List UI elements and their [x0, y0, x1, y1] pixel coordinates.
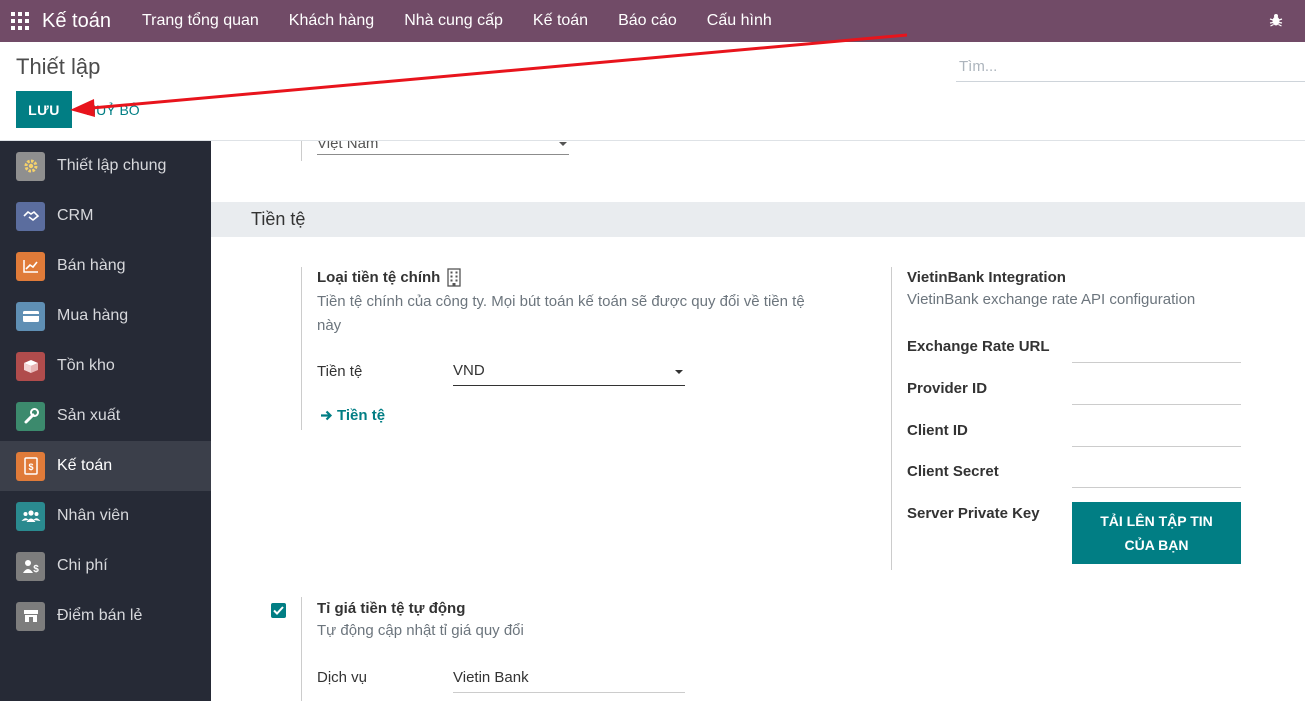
upload-label-line1: TẢI LÊN TẬP TIN [1100, 513, 1213, 529]
top-navbar: Kế toán Trang tổng quan Khách hàng Nhà c… [0, 0, 1305, 42]
auto-rate-checkbox[interactable] [271, 603, 286, 618]
sidebar-item-inventory[interactable]: Tồn kho [0, 341, 211, 391]
service-value: Vietin Bank [453, 669, 529, 686]
currency-select[interactable]: VND [453, 362, 685, 386]
setting-description: VietinBank exchange rate API configurati… [907, 291, 1196, 308]
menu-dashboard[interactable]: Trang tổng quan [127, 0, 274, 42]
exchange-rate-url-label: Exchange Rate URL [907, 338, 1050, 355]
sidebar-item-manufacturing[interactable]: Sản xuất [0, 391, 211, 441]
discard-button[interactable]: HUỶ BỎ [80, 91, 146, 128]
sidebar-item-accounting[interactable]: $ Kế toán [0, 441, 211, 491]
sidebar-item-label: Nhân viên [57, 507, 130, 524]
setting-title: Loại tiền tệ chính [317, 269, 441, 286]
sidebar-item-employees[interactable]: Nhân viên [0, 491, 211, 541]
debug-bug-icon[interactable] [1265, 9, 1287, 31]
provider-id-label: Provider ID [907, 380, 988, 397]
invoice-icon: $ [16, 451, 45, 481]
wrench-icon [16, 401, 45, 431]
divider [301, 597, 302, 701]
menu-customers[interactable]: Khách hàng [274, 0, 389, 42]
store-icon [16, 601, 45, 631]
sidebar-item-label: Mua hàng [57, 307, 129, 324]
arrow-right-icon [320, 409, 333, 422]
setting-description: Tự động cập nhật tỉ giá quy đổi [317, 622, 524, 639]
service-field-label: Dịch vụ [317, 669, 368, 686]
section-title: Tiền tệ [251, 209, 306, 229]
caret-down-icon [559, 142, 567, 146]
sidebar-item-general-settings[interactable]: Thiết lập chung [0, 141, 211, 191]
expense-icon: $ [16, 551, 45, 581]
apps-grid-icon[interactable] [0, 0, 40, 42]
svg-text:$: $ [33, 564, 39, 574]
divider [301, 267, 302, 430]
auto-rate-setting: Tỉ giá tiền tệ tự động Tự động cập nhật … [317, 600, 817, 643]
country-value: Việt Nam [317, 141, 379, 152]
currency-value: VND [453, 362, 485, 379]
building-icon [447, 268, 461, 287]
client-secret-label: Client Secret [907, 463, 999, 480]
currencies-link[interactable]: Tiền tệ [320, 407, 385, 424]
app-brand[interactable]: Kế toán [42, 10, 111, 33]
exchange-rate-url-input[interactable] [1072, 338, 1241, 363]
svg-text:$: $ [28, 462, 33, 472]
settings-sidebar: Thiết lập chung CRM Bán hàng Mua hàng Tồ… [0, 141, 211, 701]
settings-main: Việt Nam Tiền tệ Loại tiền tệ chính Tiền… [211, 141, 1305, 701]
currencies-link-label: Tiền tệ [337, 407, 386, 424]
gear-icon [16, 151, 45, 181]
upload-label-line2: CỦA BẠN [1124, 537, 1189, 553]
sidebar-item-label: Điểm bán lẻ [57, 607, 143, 624]
client-id-label: Client ID [907, 422, 968, 439]
menu-vendors[interactable]: Nhà cung cấp [389, 0, 518, 42]
setting-title: VietinBank Integration [907, 269, 1066, 286]
sidebar-item-crm[interactable]: CRM [0, 191, 211, 241]
service-select[interactable]: Vietin Bank [453, 669, 685, 693]
page-title: Thiết lập [16, 54, 101, 79]
sidebar-item-sales[interactable]: Bán hàng [0, 241, 211, 291]
handshake-icon [16, 201, 45, 231]
menu-reporting[interactable]: Báo cáo [603, 0, 692, 42]
section-header: Tiền tệ [211, 202, 1305, 237]
sidebar-item-label: Bán hàng [57, 257, 126, 274]
control-panel: Thiết lập LƯU HUỶ BỎ Tìm... [0, 42, 1305, 141]
vietinbank-setting: VietinBank Integration VietinBank exchan… [907, 269, 1297, 312]
country-select[interactable]: Việt Nam [317, 141, 569, 155]
sidebar-item-label: Chi phí [57, 557, 108, 574]
caret-down-icon [675, 370, 683, 374]
chart-line-icon [16, 251, 45, 281]
server-private-key-label: Server Private Key [907, 505, 1040, 522]
currency-field-label: Tiền tệ [317, 363, 363, 380]
divider [301, 141, 302, 161]
upload-file-button[interactable]: TẢI LÊN TẬP TIN CỦA BẠN [1072, 502, 1241, 564]
main-currency-setting: Loại tiền tệ chính Tiền tệ chính của côn… [317, 268, 817, 338]
sidebar-item-label: Kế toán [57, 457, 113, 474]
box-icon [16, 351, 45, 381]
sidebar-item-expenses[interactable]: $ Chi phí [0, 541, 211, 591]
divider [891, 267, 892, 570]
sidebar-item-label: Sản xuất [57, 407, 121, 424]
sidebar-item-point-of-sale[interactable]: Điểm bán lẻ [0, 591, 211, 641]
client-secret-input[interactable] [1072, 463, 1241, 488]
menu-accounting[interactable]: Kế toán [518, 0, 603, 42]
search-input[interactable]: Tìm... [956, 52, 1305, 82]
client-id-input[interactable] [1072, 422, 1241, 447]
credit-card-icon [16, 301, 45, 331]
save-button[interactable]: LƯU [16, 91, 72, 128]
users-icon [16, 501, 45, 531]
provider-id-input[interactable] [1072, 380, 1241, 405]
sidebar-item-label: Thiết lập chung [57, 157, 167, 174]
menu-configuration[interactable]: Cấu hình [692, 0, 787, 42]
sidebar-item-label: Tồn kho [57, 357, 115, 374]
sidebar-item-label: CRM [57, 207, 94, 224]
search-placeholder: Tìm... [959, 58, 998, 75]
sidebar-item-purchase[interactable]: Mua hàng [0, 291, 211, 341]
setting-title: Tỉ giá tiền tệ tự động [317, 600, 466, 617]
setting-description: Tiền tệ chính của công ty. Mọi bút toán … [317, 293, 805, 334]
